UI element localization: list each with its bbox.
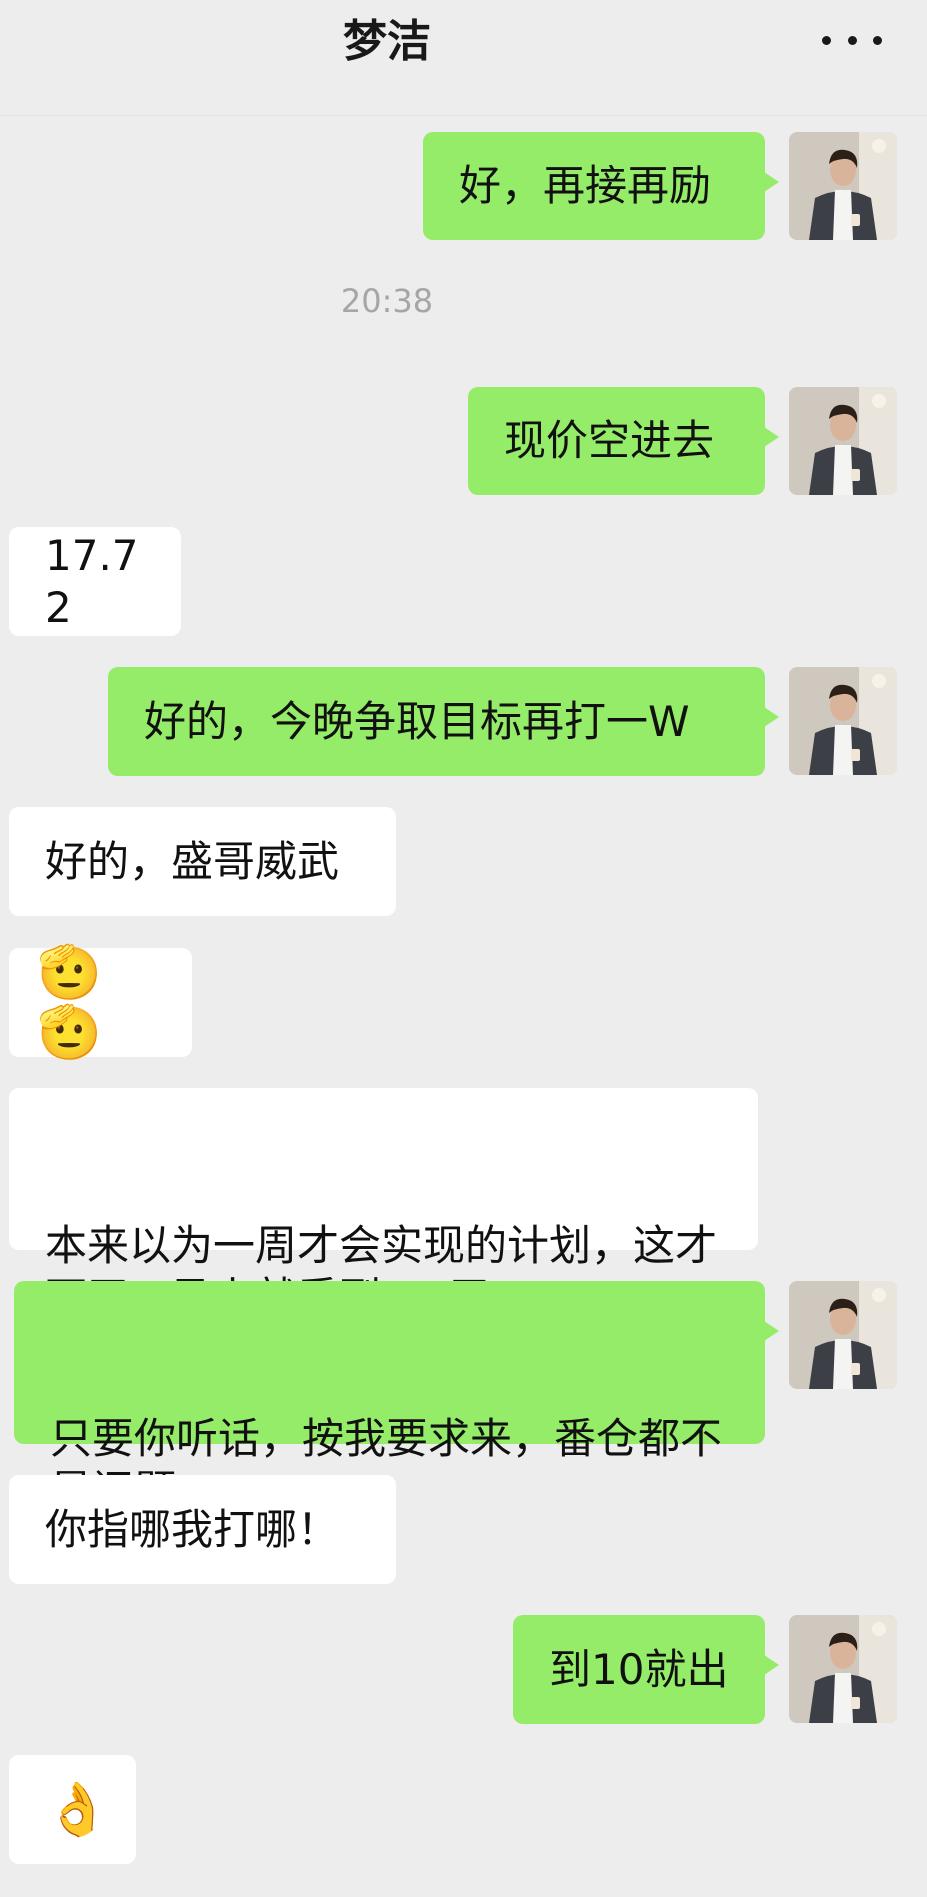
message-text: 你指哪我打哪！ [45, 1504, 340, 1554]
message-bubble-received[interactable]: 👌 [9, 1755, 136, 1864]
more-dots-icon[interactable] [822, 27, 882, 53]
user-avatar[interactable] [789, 132, 897, 240]
message-text: 好的，盛哥威武 [45, 836, 340, 886]
message-bubble-sent[interactable]: 好，再接再励 [423, 132, 779, 240]
message-bubble-received[interactable]: 本来以为一周才会实现的计划，这才两天，马上就番到3W了 [9, 1088, 758, 1322]
message-bubble-sent[interactable]: 现价空进去 [468, 387, 779, 495]
ok-hand-icon: 👌 [45, 1779, 110, 1840]
message-bubble-sent[interactable]: 只要你听话，按我要求来，番仓都不是问题 [14, 1281, 779, 1515]
message-timestamp: 20:38 [340, 282, 434, 320]
message-text: 现价空进去 [504, 416, 715, 465]
message-bubble-received[interactable]: 你指哪我打哪！ [9, 1475, 396, 1584]
message-bubble-received[interactable]: 🫡🫡 [9, 943, 192, 1063]
message-text: 到10就出 [549, 1644, 729, 1694]
salute-face-icon: 🫡🫡 [37, 942, 102, 1063]
message-bubble-sent[interactable]: 好的，今晚争取目标再打一W [108, 667, 779, 776]
message-bubble-sent[interactable]: 到10就出 [513, 1615, 779, 1724]
user-avatar[interactable] [789, 1281, 897, 1389]
chat-title: 梦洁 [343, 16, 431, 67]
message-bubble-received[interactable]: 好的，盛哥威武 [9, 807, 396, 916]
message-text: 好，再接再励 [459, 161, 712, 210]
user-avatar[interactable] [789, 667, 897, 775]
message-text: 17.72 [45, 530, 139, 632]
user-avatar[interactable] [789, 387, 897, 495]
message-text: 好的，今晚争取目标再打一W [144, 696, 690, 746]
chat-header: 梦洁 [0, 0, 927, 116]
message-bubble-received[interactable]: 17.72 [9, 527, 181, 636]
user-avatar[interactable] [789, 1615, 897, 1723]
